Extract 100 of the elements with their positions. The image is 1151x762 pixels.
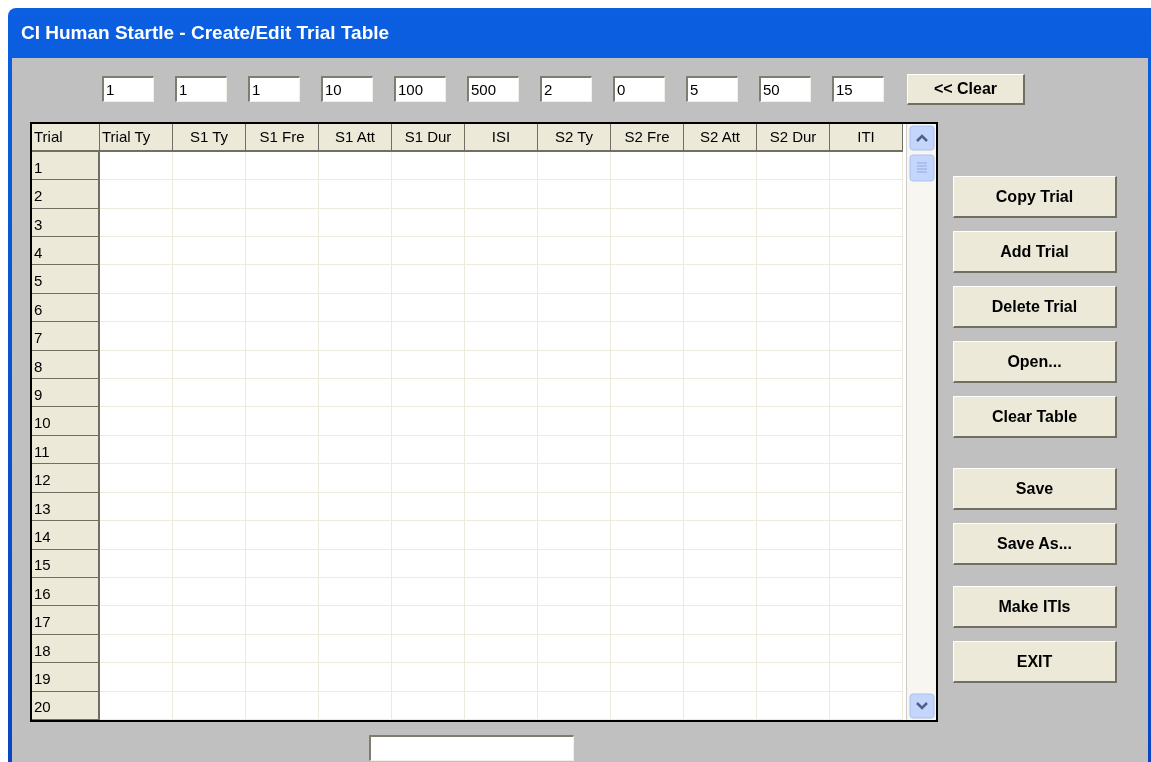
table-cell[interactable]: [319, 237, 392, 266]
table-cell[interactable]: [465, 151, 538, 181]
table-cell[interactable]: [100, 151, 173, 181]
table-cell[interactable]: [246, 691, 319, 720]
table-cell[interactable]: [757, 293, 830, 323]
action-button[interactable]: Save As...: [953, 523, 1117, 565]
table-cell[interactable]: [392, 464, 465, 493]
table-cell[interactable]: [392, 634, 465, 664]
table-cell[interactable]: [100, 492, 173, 522]
table-cell[interactable]: [757, 180, 830, 209]
table-cell[interactable]: [757, 435, 830, 465]
table-cell[interactable]: [100, 634, 173, 664]
table-cell[interactable]: [392, 549, 465, 578]
input-field[interactable]: 500: [467, 76, 519, 102]
table-cell[interactable]: [611, 180, 684, 209]
table-cell[interactable]: [173, 691, 246, 720]
table-cell[interactable]: [757, 379, 830, 408]
table-cell[interactable]: [611, 151, 684, 181]
table-cell[interactable]: [757, 577, 830, 607]
table-cell[interactable]: [757, 663, 830, 692]
table-cell[interactable]: [465, 663, 538, 692]
table-cell[interactable]: [538, 577, 611, 607]
table-cell[interactable]: [830, 464, 903, 493]
input-field[interactable]: 5: [686, 76, 738, 102]
table-cell[interactable]: [830, 663, 903, 692]
table-cell[interactable]: [246, 492, 319, 522]
table-cell[interactable]: [611, 634, 684, 664]
table-cell[interactable]: [319, 379, 392, 408]
table-cell[interactable]: [392, 492, 465, 522]
input-field[interactable]: 0: [613, 76, 665, 102]
action-button[interactable]: EXIT: [953, 641, 1117, 683]
table-cell[interactable]: [830, 322, 903, 351]
table-cell[interactable]: [319, 265, 392, 294]
table-cell[interactable]: [100, 208, 173, 238]
table-cell[interactable]: [319, 350, 392, 380]
table-cell[interactable]: [246, 293, 319, 323]
table-cell[interactable]: [173, 180, 246, 209]
table-cell[interactable]: [319, 663, 392, 692]
table-cell[interactable]: [538, 208, 611, 238]
table-cell[interactable]: [538, 180, 611, 209]
table-cell[interactable]: [611, 521, 684, 550]
table-cell[interactable]: [465, 322, 538, 351]
action-button[interactable]: Delete Trial: [953, 286, 1117, 328]
table-cell[interactable]: [538, 663, 611, 692]
table-cell[interactable]: [246, 663, 319, 692]
table-cell[interactable]: [684, 322, 757, 351]
scrollbar[interactable]: [906, 124, 936, 720]
table-cell[interactable]: [392, 407, 465, 436]
input-field[interactable]: 1: [248, 76, 300, 102]
table-cell[interactable]: [684, 208, 757, 238]
table-cell[interactable]: [830, 180, 903, 209]
table-cell[interactable]: [246, 549, 319, 578]
input-field[interactable]: 50: [759, 76, 811, 102]
table-cell[interactable]: [246, 521, 319, 550]
table-cell[interactable]: [173, 521, 246, 550]
table-cell[interactable]: [830, 265, 903, 294]
table-cell[interactable]: [611, 293, 684, 323]
table-cell[interactable]: [173, 151, 246, 181]
table-cell[interactable]: [392, 435, 465, 465]
table-cell[interactable]: [392, 521, 465, 550]
table-cell[interactable]: [246, 464, 319, 493]
table-cell[interactable]: [100, 322, 173, 351]
action-button[interactable]: Add Trial: [953, 231, 1117, 273]
table-cell[interactable]: [538, 606, 611, 635]
table-cell[interactable]: [757, 151, 830, 181]
input-field[interactable]: 100: [394, 76, 446, 102]
table-cell[interactable]: [246, 634, 319, 664]
action-button[interactable]: Clear Table: [953, 396, 1117, 438]
table-cell[interactable]: [392, 577, 465, 607]
table-cell[interactable]: [465, 577, 538, 607]
table-cell[interactable]: [319, 322, 392, 351]
table-cell[interactable]: [100, 577, 173, 607]
table-cell[interactable]: [392, 180, 465, 209]
table-cell[interactable]: [392, 691, 465, 720]
table-cell[interactable]: [757, 208, 830, 238]
table-cell[interactable]: [684, 521, 757, 550]
table-cell[interactable]: [830, 435, 903, 465]
table-cell[interactable]: [465, 549, 538, 578]
table-cell[interactable]: [538, 265, 611, 294]
table-cell[interactable]: [465, 407, 538, 436]
table-cell[interactable]: [246, 435, 319, 465]
table-cell[interactable]: [173, 407, 246, 436]
table-cell[interactable]: [392, 208, 465, 238]
table-cell[interactable]: [100, 435, 173, 465]
table-cell[interactable]: [611, 663, 684, 692]
table-cell[interactable]: [173, 634, 246, 664]
table-cell[interactable]: [319, 464, 392, 493]
table-cell[interactable]: [538, 521, 611, 550]
table-cell[interactable]: [830, 407, 903, 436]
table-cell[interactable]: [757, 265, 830, 294]
table-cell[interactable]: [611, 606, 684, 635]
table-cell[interactable]: [173, 492, 246, 522]
action-button[interactable]: Open...: [953, 341, 1117, 383]
table-cell[interactable]: [611, 350, 684, 380]
table-cell[interactable]: [611, 379, 684, 408]
table-cell[interactable]: [173, 464, 246, 493]
table-cell[interactable]: [538, 151, 611, 181]
table-cell[interactable]: [173, 265, 246, 294]
table-cell[interactable]: [100, 464, 173, 493]
table-cell[interactable]: [757, 521, 830, 550]
